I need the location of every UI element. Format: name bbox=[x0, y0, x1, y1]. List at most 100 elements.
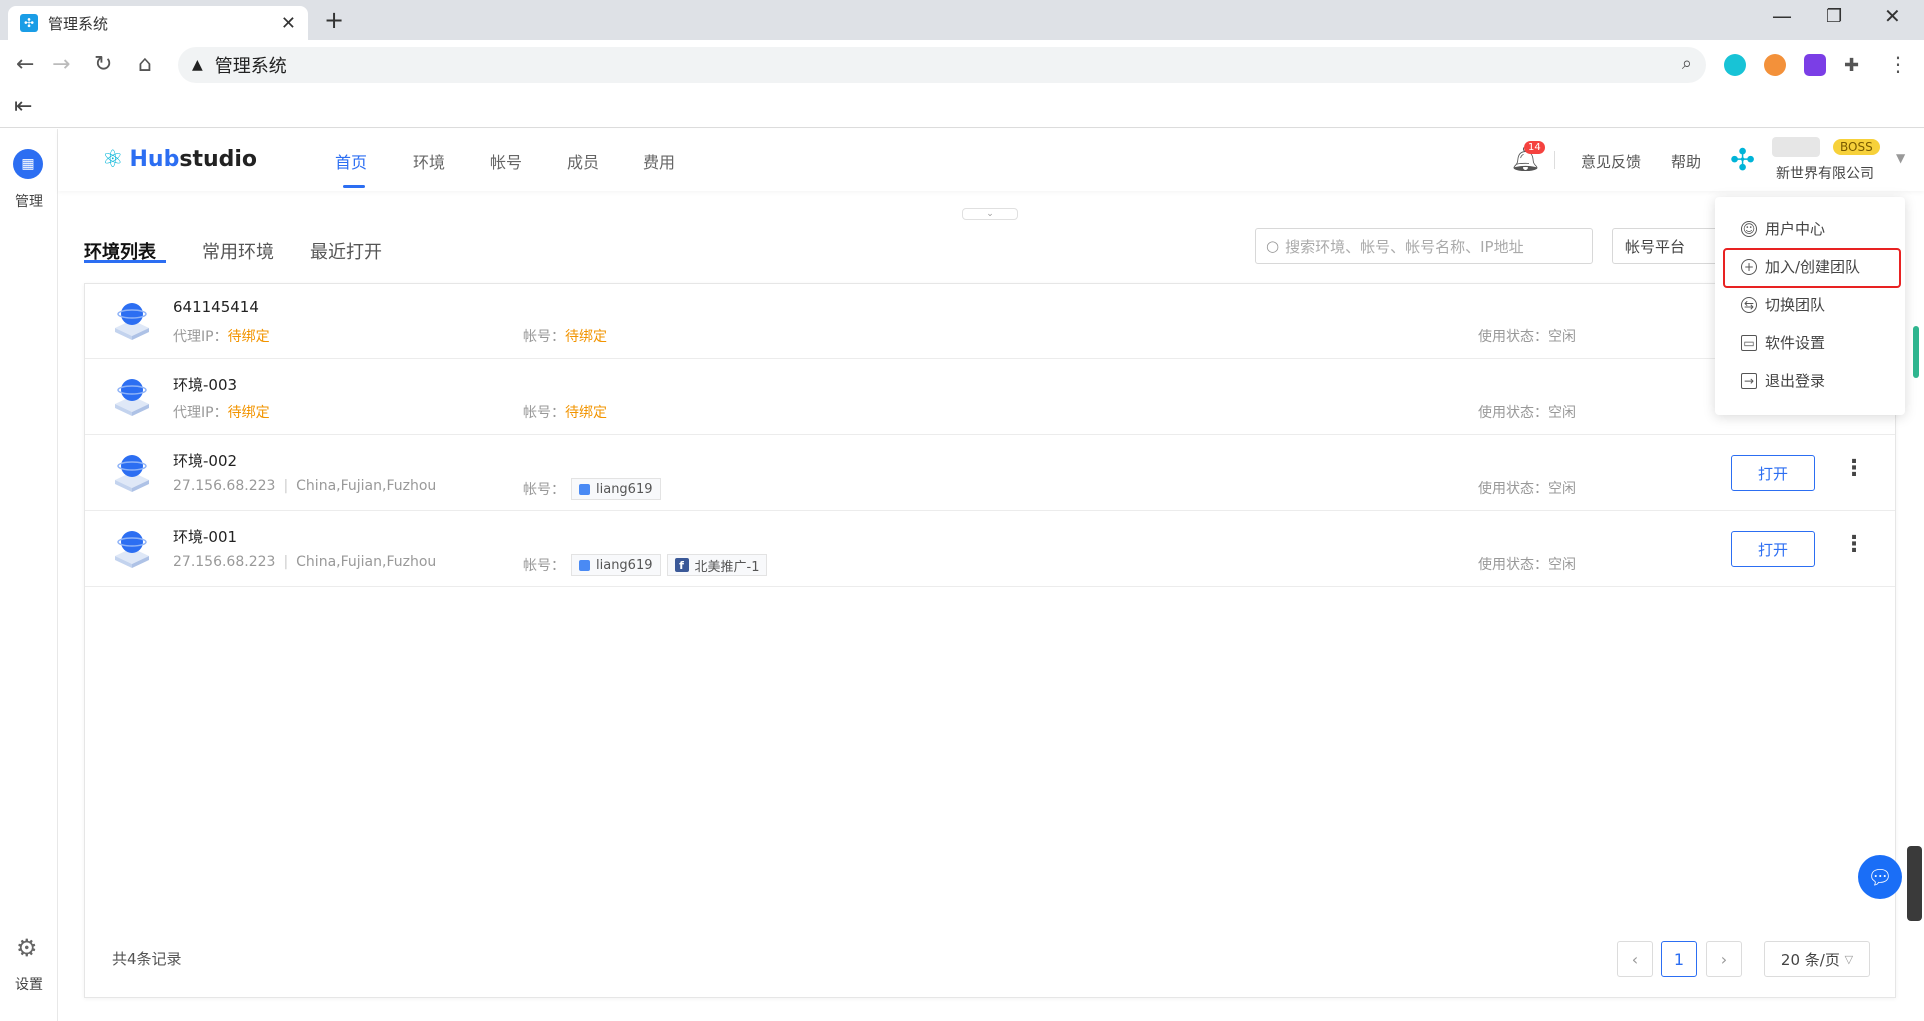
proxy-value[interactable]: 待绑定 bbox=[228, 329, 270, 345]
zoom-icon[interactable]: ⌕ bbox=[1682, 53, 1692, 74]
platform-select[interactable]: 帐号平台 bbox=[1612, 228, 1722, 264]
status-info: 使用状态：空闲 bbox=[1478, 402, 1576, 422]
account-chip[interactable]: f 北美推广-1 bbox=[666, 554, 768, 576]
page-size-select[interactable]: 20 条/页 ▽ bbox=[1764, 941, 1870, 977]
divider bbox=[1554, 151, 1555, 169]
facebook-icon: f bbox=[674, 558, 689, 572]
extensions-puzzle-icon[interactable]: ✚ bbox=[1844, 55, 1859, 76]
collapse-handle[interactable]: ⌄ bbox=[962, 208, 1018, 220]
menu-item-logout[interactable]: → 退出登录 bbox=[1741, 370, 1825, 391]
env-name[interactable]: 环境-001 bbox=[173, 526, 237, 547]
menu-item-user-center[interactable]: ☺ 用户中心 bbox=[1741, 218, 1825, 239]
close-tab-icon[interactable]: ✕ bbox=[281, 13, 296, 34]
table-row[interactable]: 环境-002 27.156.68.223 | China,Fujian,Fuzhou… bbox=[85, 436, 1895, 511]
env-name[interactable]: 环境-002 bbox=[173, 450, 237, 471]
env-name[interactable]: 641145414 bbox=[173, 298, 259, 316]
company-name[interactable]: 新世界有限公司 bbox=[1776, 163, 1874, 183]
menu-item-label: 切换团队 bbox=[1765, 296, 1826, 314]
table-row[interactable]: 641145414 代理IP：待绑定 帐号： 待绑定 使用状态：空闲 bbox=[85, 284, 1895, 359]
page-number-button[interactable]: 1 bbox=[1661, 941, 1697, 977]
menu-item-software-settings[interactable]: ▭ 软件设置 bbox=[1741, 332, 1825, 353]
menu-item-switch-team[interactable]: ⇆ 切换团队 bbox=[1741, 294, 1825, 315]
account-chip[interactable]: liang619 bbox=[571, 554, 661, 576]
prev-page-button[interactable]: ‹ bbox=[1617, 941, 1653, 977]
more-icon[interactable]: ⋮ bbox=[1843, 456, 1865, 481]
location-value: China,Fujian,Fuzhou bbox=[296, 478, 437, 494]
open-button[interactable]: 打开 bbox=[1731, 455, 1815, 491]
search-placeholder: 搜索环境、帐号、帐号名称、IP地址 bbox=[1285, 237, 1524, 256]
highlight-annotation bbox=[1723, 248, 1901, 288]
restore-icon[interactable]: ❐ bbox=[1826, 6, 1842, 27]
reload-icon[interactable]: ↻ bbox=[94, 52, 112, 77]
environment-icon bbox=[115, 379, 149, 416]
help-link[interactable]: 帮助 bbox=[1671, 151, 1701, 172]
account-chip[interactable]: liang619 bbox=[571, 478, 661, 500]
window-close-icon[interactable]: ✕ bbox=[1884, 4, 1901, 28]
manage-label[interactable]: 管理 bbox=[0, 191, 58, 211]
back-icon[interactable]: ← bbox=[16, 52, 34, 77]
proxy-info: 代理IP：待绑定 bbox=[173, 326, 270, 346]
side-panel-handle[interactable] bbox=[1907, 846, 1922, 921]
proxy-label: 代理IP： bbox=[173, 329, 228, 345]
proxy-info: 代理IP：待绑定 bbox=[173, 402, 270, 422]
more-icon[interactable]: ⋮ bbox=[1843, 532, 1865, 557]
chevron-down-icon: ▽ bbox=[1844, 952, 1854, 966]
extension-3-icon[interactable] bbox=[1804, 54, 1826, 76]
nav-home[interactable]: 首页 bbox=[335, 149, 367, 173]
account-chip-label: liang619 bbox=[596, 557, 653, 573]
monitor-icon: ▭ bbox=[1741, 334, 1757, 351]
total-records: 共4条记录 bbox=[112, 950, 182, 968]
settings-label[interactable]: 设置 bbox=[0, 974, 58, 994]
search-input[interactable]: ○ 搜索环境、帐号、帐号名称、IP地址 bbox=[1255, 228, 1593, 264]
browser-tabbar: ✣ 管理系统 ✕ + — ❐ ✕ bbox=[0, 0, 1924, 40]
table-row[interactable]: 环境-001 27.156.68.223 | China,Fujian,Fuzhou… bbox=[85, 512, 1895, 587]
search-icon: ○ bbox=[1266, 237, 1280, 255]
page-size-label: 20 条/页 bbox=[1780, 950, 1840, 969]
settings-gear-icon[interactable]: ⚙ bbox=[16, 934, 38, 962]
proxy-value[interactable]: 待绑定 bbox=[228, 405, 270, 421]
extension-2-icon[interactable] bbox=[1764, 54, 1786, 76]
browser-menu-icon[interactable]: ⋮ bbox=[1888, 52, 1908, 76]
status-info: 使用状态：空闲 bbox=[1478, 478, 1576, 498]
logout-icon: → bbox=[1741, 372, 1757, 389]
platform-icon bbox=[579, 483, 590, 495]
feedback-link[interactable]: 意见反馈 bbox=[1581, 151, 1641, 172]
tab-favorite-env[interactable]: 常用环境 bbox=[202, 238, 274, 264]
env-name[interactable]: 环境-003 bbox=[173, 374, 237, 395]
chevron-down-icon[interactable]: ▼ bbox=[1896, 151, 1905, 165]
menu-item-label: 软件设置 bbox=[1765, 334, 1826, 352]
account-info: 帐号： liang619 f 北美推广-1 bbox=[523, 554, 768, 576]
hubstudio-logo: ⚛ Hub studio bbox=[102, 145, 257, 173]
extension-1-icon[interactable] bbox=[1724, 54, 1746, 76]
chat-support-icon[interactable]: 💬︎ bbox=[1858, 855, 1902, 899]
account-label: 帐号： bbox=[523, 329, 565, 345]
next-page-button[interactable]: › bbox=[1706, 941, 1742, 977]
status-label: 使用状态： bbox=[1478, 329, 1548, 345]
status-value: 空闲 bbox=[1548, 557, 1576, 573]
nav-members[interactable]: 成员 bbox=[567, 149, 599, 173]
team-logo-icon[interactable]: ✣ bbox=[1730, 143, 1755, 178]
nav-account[interactable]: 帐号 bbox=[490, 149, 522, 173]
ip-info: 27.156.68.223 | China,Fujian,Fuzhou bbox=[173, 554, 436, 570]
proxy-label: 代理IP： bbox=[173, 405, 228, 421]
table-row[interactable]: 环境-003 代理IP：待绑定 帐号： 待绑定 使用状态：空闲 bbox=[85, 360, 1895, 435]
molecule-logo-icon: ⚛ bbox=[102, 145, 124, 173]
forward-icon[interactable]: → bbox=[52, 52, 70, 77]
account-value[interactable]: 待绑定 bbox=[565, 326, 607, 346]
nav-billing[interactable]: 费用 bbox=[643, 149, 675, 173]
manage-icon[interactable]: ▦ bbox=[13, 149, 43, 179]
menu-item-label: 用户中心 bbox=[1765, 220, 1826, 238]
account-value[interactable]: 待绑定 bbox=[565, 402, 607, 422]
exit-icon[interactable]: ⇤ bbox=[14, 94, 32, 119]
open-button[interactable]: 打开 bbox=[1731, 531, 1815, 567]
tab-recent[interactable]: 最近打开 bbox=[310, 238, 382, 264]
home-icon[interactable]: ⌂ bbox=[138, 52, 152, 77]
browser-tab[interactable]: ✣ 管理系统 ✕ bbox=[8, 6, 308, 40]
omnibox[interactable]: ▲ 管理系统 ⌕ bbox=[178, 47, 1706, 83]
scrollbar[interactable] bbox=[1913, 326, 1919, 378]
minimize-icon[interactable]: — bbox=[1772, 4, 1792, 28]
nav-environment[interactable]: 环境 bbox=[413, 149, 445, 173]
new-tab-icon[interactable]: + bbox=[324, 6, 344, 34]
account-label: 帐号： bbox=[523, 558, 565, 574]
status-value: 空闲 bbox=[1548, 405, 1576, 421]
